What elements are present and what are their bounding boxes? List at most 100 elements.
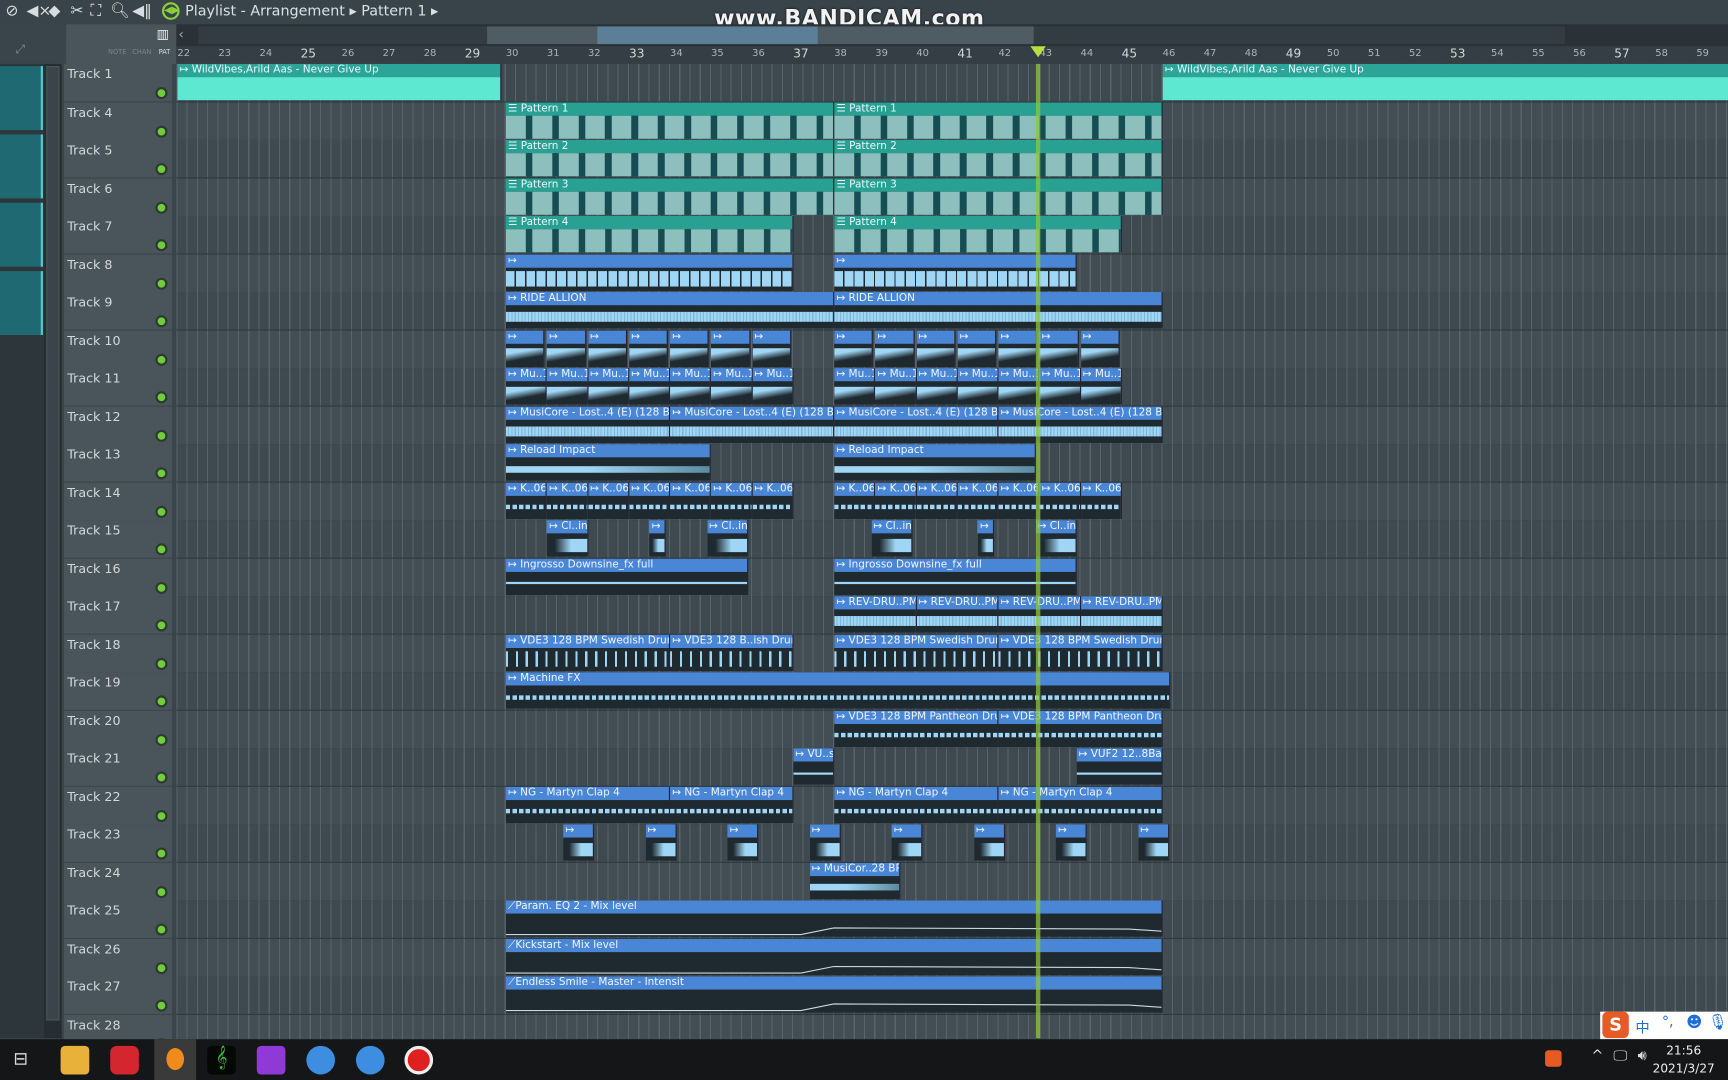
ruler-bar-38[interactable]: 38	[834, 48, 847, 59]
audio-clip[interactable]: ↦ NG - Martyn Clap 4	[998, 786, 1163, 823]
track-header[interactable]: Track 7	[63, 215, 172, 255]
ruler-bar-30[interactable]: 30	[506, 48, 519, 59]
track-lane[interactable]: ↦ VU..s ↦ VUF2 12..8Bars	[176, 748, 1728, 787]
track-header[interactable]: Track 24	[63, 862, 172, 901]
automation-clip[interactable]: ⟋Endless Smile - Master - Intensit	[505, 976, 1163, 1013]
audio-clip[interactable]: ↦ K..06	[957, 482, 999, 519]
ruler-bar-35[interactable]: 35	[711, 48, 724, 59]
pattern-clip[interactable]: ☰ Pattern 2	[505, 139, 835, 177]
mode-pat[interactable]: PAT	[159, 48, 171, 56]
track-header[interactable]: Track 13	[63, 444, 172, 483]
audio-clip[interactable]: ↦	[670, 330, 710, 367]
track-header[interactable]: Track 20	[63, 710, 172, 749]
audio-clip[interactable]: ↦ REV-DRU..PM)	[834, 596, 917, 633]
audio-clip[interactable]: ↦ Machine FX	[505, 672, 1171, 709]
pattern-thumb[interactable]	[0, 271, 43, 336]
audio-clip[interactable]: ↦ VDE3 128 BPM Swedish Drums 2	[834, 634, 999, 671]
track-enable-led[interactable]	[155, 885, 168, 898]
track-lane[interactable]: ↦ REV-DRU..PM) ↦ REV-DRU..PM) ↦ REV-DRU..P…	[176, 596, 1728, 635]
audio-clip[interactable]: ↦ WildVibes,Arild Aas - Never Give Up	[1162, 63, 1728, 101]
track-enable-led[interactable]	[155, 619, 168, 632]
audio-clip[interactable]: ↦ Mu..1	[834, 368, 876, 405]
pattern-clip[interactable]: ☰ Pattern 3	[505, 177, 835, 215]
pattern-selector[interactable]: Pattern 1	[361, 3, 426, 20]
sogou-download-icon[interactable]	[355, 1045, 385, 1075]
audio-clip[interactable]: ↦ K..06	[670, 482, 712, 519]
track-lane[interactable]: ☰ Pattern 4 ☰ Pattern 4	[176, 215, 1728, 255]
audio-clip[interactable]: ↦	[957, 330, 997, 367]
audio-clip[interactable]: ↦ VU..s	[793, 748, 835, 785]
mode-chan[interactable]: CHAN	[132, 48, 151, 56]
track-lane[interactable]: ↦ ↦	[176, 254, 1728, 293]
track-lane[interactable]: ↦ Cl..in ↦ ↦ Cl..in ↦ Cl..in ↦ ↦ Cl..in	[176, 520, 1728, 559]
chevron-up-icon[interactable]: ^	[1591, 1048, 1603, 1065]
audio-clip[interactable]: ↦ REV-DRU..PM)	[1080, 596, 1163, 633]
none-icon[interactable]: ⊘	[6, 2, 19, 20]
mode-note[interactable]: NOTE	[108, 48, 126, 56]
track-lane[interactable]: ↦ NG - Martyn Clap 4 ↦ NG - Martyn Clap 4…	[176, 786, 1728, 825]
ruler-bar-22[interactable]: 22	[177, 48, 190, 59]
track-header[interactable]: Track 26	[63, 938, 172, 977]
audio-clip[interactable]: ↦	[1138, 824, 1169, 861]
volume-icon[interactable]: 🔊︎	[1638, 1048, 1647, 1065]
track-lane[interactable]: ↦ Reload Impact ↦ Reload Impact	[176, 444, 1728, 483]
track-header[interactable]: Track 11	[63, 368, 172, 407]
audio-clip[interactable]: ↦ Mu..1	[670, 368, 712, 405]
ruler-bar-37[interactable]: 37	[793, 46, 808, 60]
track-enable-led[interactable]	[155, 657, 168, 670]
track-header[interactable]: Track 8	[63, 254, 172, 293]
play-pattern-icon[interactable]: ◀▶	[161, 2, 180, 20]
track-lane[interactable]: ↦ VDE3 128 BPM Pantheon Drums 4↦ VDE3 12…	[176, 710, 1728, 749]
audio-clip[interactable]: ↦	[891, 824, 923, 861]
pattern-thumb[interactable]	[0, 202, 43, 267]
audio-clip[interactable]: ↦ VDE3 128 BPM Swedish Drums 2	[998, 634, 1163, 671]
ruler-bar-57[interactable]: 57	[1614, 46, 1629, 60]
audio-clip[interactable]: ↦ VDE3 128 B..ish Drums 2	[670, 634, 794, 671]
track-header[interactable]: Track 23	[63, 824, 172, 863]
audio-clip[interactable]: ↦ Mu..1	[916, 368, 958, 405]
audio-clip[interactable]: ↦ Mu..1	[752, 368, 794, 405]
ruler-bar-29[interactable]: 29	[465, 46, 480, 60]
audio-clip[interactable]: ↦ Mu..1	[546, 368, 588, 405]
lico-icon[interactable]	[256, 1045, 286, 1075]
piano-icon[interactable]: ▥	[156, 26, 169, 41]
sogou-browser-icon[interactable]	[306, 1045, 336, 1075]
audio-clip[interactable]: ↦ Mu..1	[587, 368, 629, 405]
audio-clip[interactable]: ↦	[711, 330, 751, 367]
audio-clip[interactable]: ↦ Mu..1	[957, 368, 999, 405]
ruler-bar-52[interactable]: 52	[1409, 48, 1422, 59]
microphone-icon[interactable]: 🎙︎	[1708, 1014, 1728, 1032]
pattern-clip[interactable]: ☰ Pattern 2	[834, 139, 1163, 177]
scroll-left-icon[interactable]: ‹	[179, 26, 184, 41]
ruler-bar-50[interactable]: 50	[1327, 48, 1340, 59]
emoji-icon[interactable]: ☻	[1686, 1014, 1702, 1032]
pattern-thumb[interactable]	[0, 66, 43, 131]
track-enable-led[interactable]	[155, 999, 168, 1012]
ruler-bar-24[interactable]: 24	[260, 48, 273, 59]
audio-clip[interactable]: ↦ MusiCore - Lost..4 (E) (128 BPM)	[998, 406, 1163, 443]
audio-clip[interactable]: ↦ Cl..in	[546, 520, 588, 557]
track-enable-led[interactable]	[155, 277, 168, 290]
playhead-marker[interactable]	[1030, 46, 1047, 58]
track-enable-led[interactable]	[155, 961, 168, 974]
audio-clip[interactable]: ↦ K..06	[752, 482, 794, 519]
track-enable-led[interactable]	[155, 391, 168, 404]
track-header[interactable]: Track 22	[63, 786, 172, 825]
track-enable-led[interactable]	[155, 87, 168, 100]
ruler-bar-55[interactable]: 55	[1532, 48, 1545, 59]
audio-clip[interactable]: ↦ K..06	[1039, 482, 1081, 519]
audio-clip[interactable]: ↦	[1055, 824, 1087, 861]
track-header[interactable]: Track 15	[63, 520, 172, 559]
audio-clip[interactable]: ↦ Mu..1	[1039, 368, 1081, 405]
audio-clip[interactable]: ↦ K..06	[505, 482, 547, 519]
track-enable-led[interactable]	[155, 771, 168, 784]
audio-clip[interactable]: ↦ K..06	[1080, 482, 1122, 519]
track-lane[interactable]: ↦ MusiCor..28 BPM)	[176, 862, 1728, 901]
link-icon[interactable]: ⤢	[15, 42, 25, 57]
track-enable-led[interactable]	[155, 847, 168, 860]
audio-clip[interactable]: ↦ MusiCore - Lost..4 (E) (128 BPM)	[670, 406, 835, 443]
audio-clip[interactable]: ↦ K..06	[875, 482, 917, 519]
slice-icon[interactable]: ✂	[71, 2, 84, 20]
track-lane[interactable]: ⟋Endless Smile - Master - Intensit	[176, 976, 1728, 1015]
track-header[interactable]: Track 18	[63, 634, 172, 673]
